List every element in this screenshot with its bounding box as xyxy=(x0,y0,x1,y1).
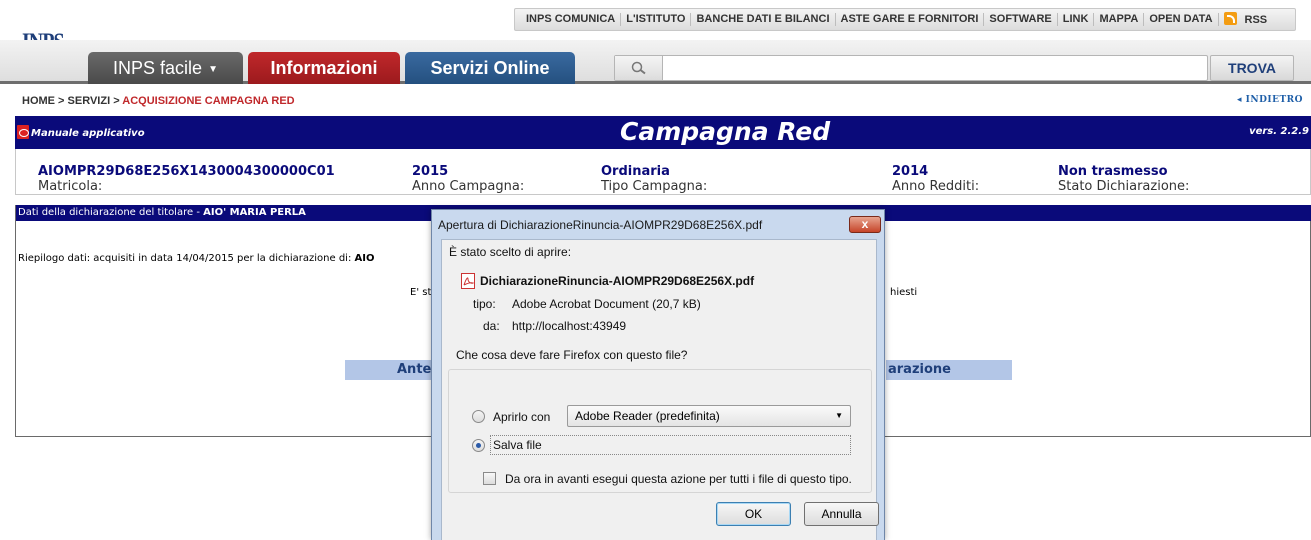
tab-informazioni[interactable]: Informazioni xyxy=(248,52,400,84)
page-title: Campagna Red xyxy=(620,117,831,146)
topnav-aste-gare[interactable]: ASTE GARE E FORNITORI xyxy=(836,13,985,26)
breadcrumb-servizi[interactable]: SERVIZI xyxy=(68,95,111,107)
version-label: vers. 2.2.9 xyxy=(1249,126,1309,137)
open-with-label[interactable]: Aprirlo con xyxy=(493,410,550,424)
stato-label: Stato Dichiarazione: xyxy=(1058,179,1190,194)
status-message-fragment-end: hiesti xyxy=(890,287,918,298)
topnav-link[interactable]: LINK xyxy=(1058,13,1095,26)
search-box xyxy=(614,55,1208,81)
manuale-link[interactable]: Manuale applicativo xyxy=(17,125,145,139)
topnav-inps-comunica[interactable]: INPS COMUNICA xyxy=(521,13,622,26)
file-name: DichiarazioneRinuncia-AIOMPR29D68E256X.p… xyxy=(480,274,755,288)
breadcrumb-separator: > xyxy=(110,95,123,107)
remember-label[interactable]: Da ora in avanti esegui questa azione pe… xyxy=(505,472,852,486)
search-button[interactable] xyxy=(615,56,663,80)
remember-checkbox[interactable] xyxy=(483,472,496,485)
cancel-button[interactable]: Annulla xyxy=(804,502,879,526)
stato-dichiarazione-field: Stato Dichiarazione: Non trasmesso xyxy=(1058,164,1189,194)
ok-button[interactable]: OK xyxy=(716,502,791,526)
tipo-campagna-field: Tipo Campagna: Ordinaria xyxy=(601,164,707,194)
riepilogo-label: Riepilogo dati: acquisiti in data 14/04/… xyxy=(18,253,355,264)
manuale-label: Manuale applicativo xyxy=(31,128,145,139)
rss-icon xyxy=(1223,12,1237,25)
save-file-focus xyxy=(490,435,851,455)
matricola-value: AIOMPR29D68E256X1430004300000C01 xyxy=(38,164,335,179)
chevron-down-icon: ▼ xyxy=(208,64,218,75)
titolare-name: AIO' MARIA PERLA xyxy=(203,207,306,218)
save-file-label[interactable]: Salva file xyxy=(493,438,542,452)
anno-campagna-field: Anno Campagna: 2015 xyxy=(412,164,524,194)
file-type-label: tipo: xyxy=(473,297,496,311)
file-source-value: http://localhost:43949 xyxy=(512,319,627,333)
dialog-title: Apertura di DichiarazioneRinuncia-AIOMPR… xyxy=(438,218,763,232)
chosen-label: È stato scelto di aprire: xyxy=(449,245,572,259)
application-select-value: Adobe Reader (predefinita) xyxy=(575,409,720,423)
rss-label: RSS xyxy=(1244,14,1268,26)
campaign-info-row: Matricola: AIOMPR29D68E256X1430004300000… xyxy=(15,149,1311,195)
campagna-banner: Manuale applicativo Campagna Red vers. 2… xyxy=(15,116,1311,149)
search-input[interactable] xyxy=(665,58,1201,78)
save-file-radio[interactable] xyxy=(472,439,485,452)
stato-value: Non trasmesso xyxy=(1058,164,1168,179)
file-type-value: Adobe Acrobat Document (20,7 kB) xyxy=(512,297,701,311)
breadcrumb-separator: > xyxy=(55,95,68,107)
matricola-label: Matricola: xyxy=(38,179,103,194)
download-dialog: Apertura di DichiarazioneRinuncia-AIOMPR… xyxy=(431,209,885,540)
top-navigation: INPS COMUNICA L'ISTITUTO BANCHE DATI E B… xyxy=(514,8,1296,31)
pdf-icon xyxy=(17,125,29,139)
status-message-fragment: E' st xyxy=(410,287,432,298)
question-label: Che cosa deve fare Firefox con questo fi… xyxy=(456,348,688,362)
tipo-campagna-value: Ordinaria xyxy=(601,164,670,179)
riepilogo-text: Riepilogo dati: acquisiti in data 14/04/… xyxy=(18,253,374,264)
anno-redditi-field: Anno Redditi: 2014 xyxy=(892,164,979,194)
breadcrumb-home[interactable]: HOME xyxy=(22,95,55,107)
topnav-open-data[interactable]: OPEN DATA xyxy=(1144,13,1219,26)
search-icon xyxy=(631,61,646,75)
riepilogo-name: AIO xyxy=(354,253,375,264)
file-source-label: da: xyxy=(483,319,500,333)
pdf-file-icon xyxy=(461,273,475,289)
dichiarazione-button[interactable]: arazione xyxy=(886,360,1012,380)
open-with-radio[interactable] xyxy=(472,410,485,423)
topnav-rss[interactable]: RSS xyxy=(1219,12,1273,27)
panel-header-prefix: Dati della dichiarazione del titolare - xyxy=(18,207,204,218)
anno-campagna-label: Anno Campagna: xyxy=(412,179,525,194)
back-link[interactable]: ◂ INDIETRO xyxy=(1237,95,1303,105)
breadcrumb-current: ACQUISIZIONE CAMPAGNA RED xyxy=(122,95,295,107)
topnav-software[interactable]: SOFTWARE xyxy=(984,13,1058,26)
anno-redditi-label: Anno Redditi: xyxy=(892,179,980,194)
topnav-banche-dati[interactable]: BANCHE DATI E BILANCI xyxy=(691,13,836,26)
tab-inps-facile[interactable]: INPS facile ▼ xyxy=(88,52,243,84)
matricola-field: Matricola: AIOMPR29D68E256X1430004300000… xyxy=(38,164,335,194)
application-select[interactable]: Adobe Reader (predefinita) ▼ xyxy=(567,405,851,427)
dialog-body: È stato scelto di aprire: DichiarazioneR… xyxy=(441,239,879,540)
tipo-campagna-label: Tipo Campagna: xyxy=(601,179,708,194)
anteprima-button[interactable]: Antep xyxy=(345,360,435,380)
anno-redditi-value: 2014 xyxy=(892,164,929,179)
close-button[interactable]: x xyxy=(849,216,881,233)
topnav-istituto[interactable]: L'ISTITUTO xyxy=(621,13,692,26)
trova-button[interactable]: TROVA xyxy=(1210,55,1294,81)
breadcrumb: HOME > SERVIZI > ACQUISIZIONE CAMPAGNA R… xyxy=(22,95,295,107)
tab-inps-facile-label: INPS facile xyxy=(113,58,203,78)
topnav-mappa[interactable]: MAPPA xyxy=(1094,13,1145,26)
tab-servizi-online[interactable]: Servizi Online xyxy=(405,52,575,84)
anno-campagna-value: 2015 xyxy=(412,164,449,179)
chevron-down-icon: ▼ xyxy=(835,411,843,420)
